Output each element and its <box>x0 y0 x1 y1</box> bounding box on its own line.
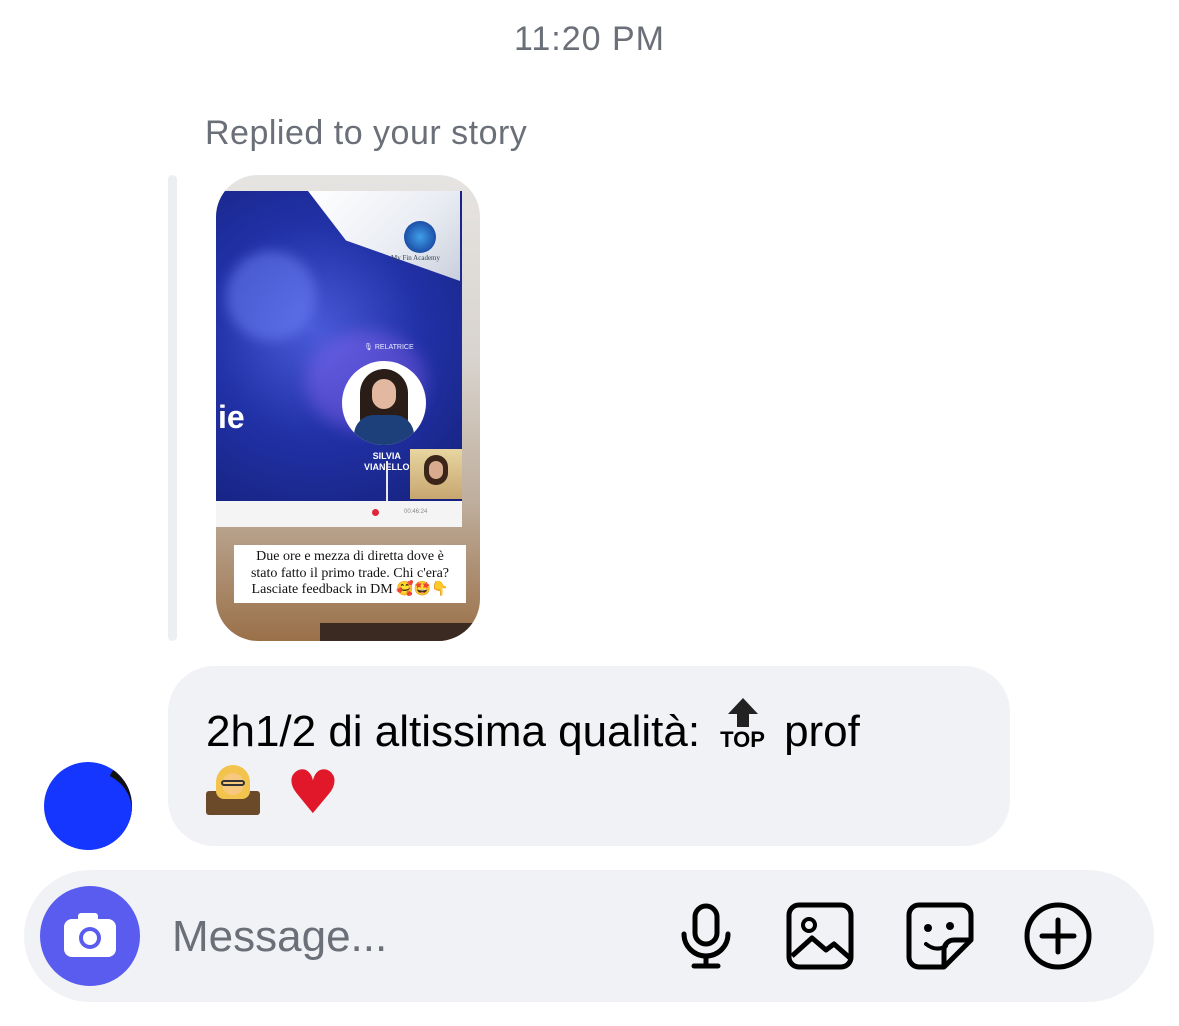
message-composer <box>24 870 1154 1002</box>
avatar[interactable] <box>44 762 132 850</box>
message-input[interactable] <box>170 906 654 968</box>
gallery-button[interactable] <box>784 900 856 972</box>
heart-icon: ♥ <box>286 758 340 828</box>
camera-icon <box>64 913 116 957</box>
reply-quote-bar <box>168 175 177 641</box>
microphone-button[interactable] <box>670 900 742 972</box>
background-shelf <box>320 623 480 641</box>
presenter-video <box>410 449 462 499</box>
add-icon <box>1024 902 1092 970</box>
top-arrow-icon: TOP <box>720 698 766 752</box>
stream-timer: 00:46:24 <box>404 509 428 515</box>
teacher-icon <box>206 761 260 815</box>
replied-to-story-label: Replied to your story <box>205 114 528 152</box>
microphone-icon <box>681 903 731 969</box>
speaker-role: 🎙 RELATRICE <box>364 344 414 351</box>
message-text: 2h1/2 di altissima qualità: TOP prof ♥ <box>206 698 986 828</box>
partial-title: ie <box>218 399 245 435</box>
message-bubble[interactable]: 2h1/2 di altissima qualità: TOP prof ♥ <box>168 666 1010 846</box>
page-peel <box>308 191 460 281</box>
academy-logo-text: My Fin Academy <box>391 254 440 262</box>
academy-logo-icon <box>404 221 436 253</box>
story-thumbnail[interactable]: My Fin Academy 🎙 RELATRICE SILVIA VIANEL… <box>216 175 480 641</box>
add-button[interactable] <box>1022 900 1094 972</box>
camera-button[interactable] <box>40 886 140 986</box>
screen-bezel: 00:46:24 <box>216 501 462 527</box>
timestamp: 11:20 PM <box>513 20 665 58</box>
sticker-icon <box>906 902 974 970</box>
image-icon <box>786 902 854 970</box>
record-icon <box>372 509 379 516</box>
story-screen: My Fin Academy 🎙 RELATRICE SILVIA VIANEL… <box>216 191 462 517</box>
background-blur <box>226 251 316 341</box>
sticker-button[interactable] <box>904 900 976 972</box>
story-caption: Due ore e mezza di diretta dove è stato … <box>234 545 466 603</box>
speaker-photo <box>342 361 426 445</box>
